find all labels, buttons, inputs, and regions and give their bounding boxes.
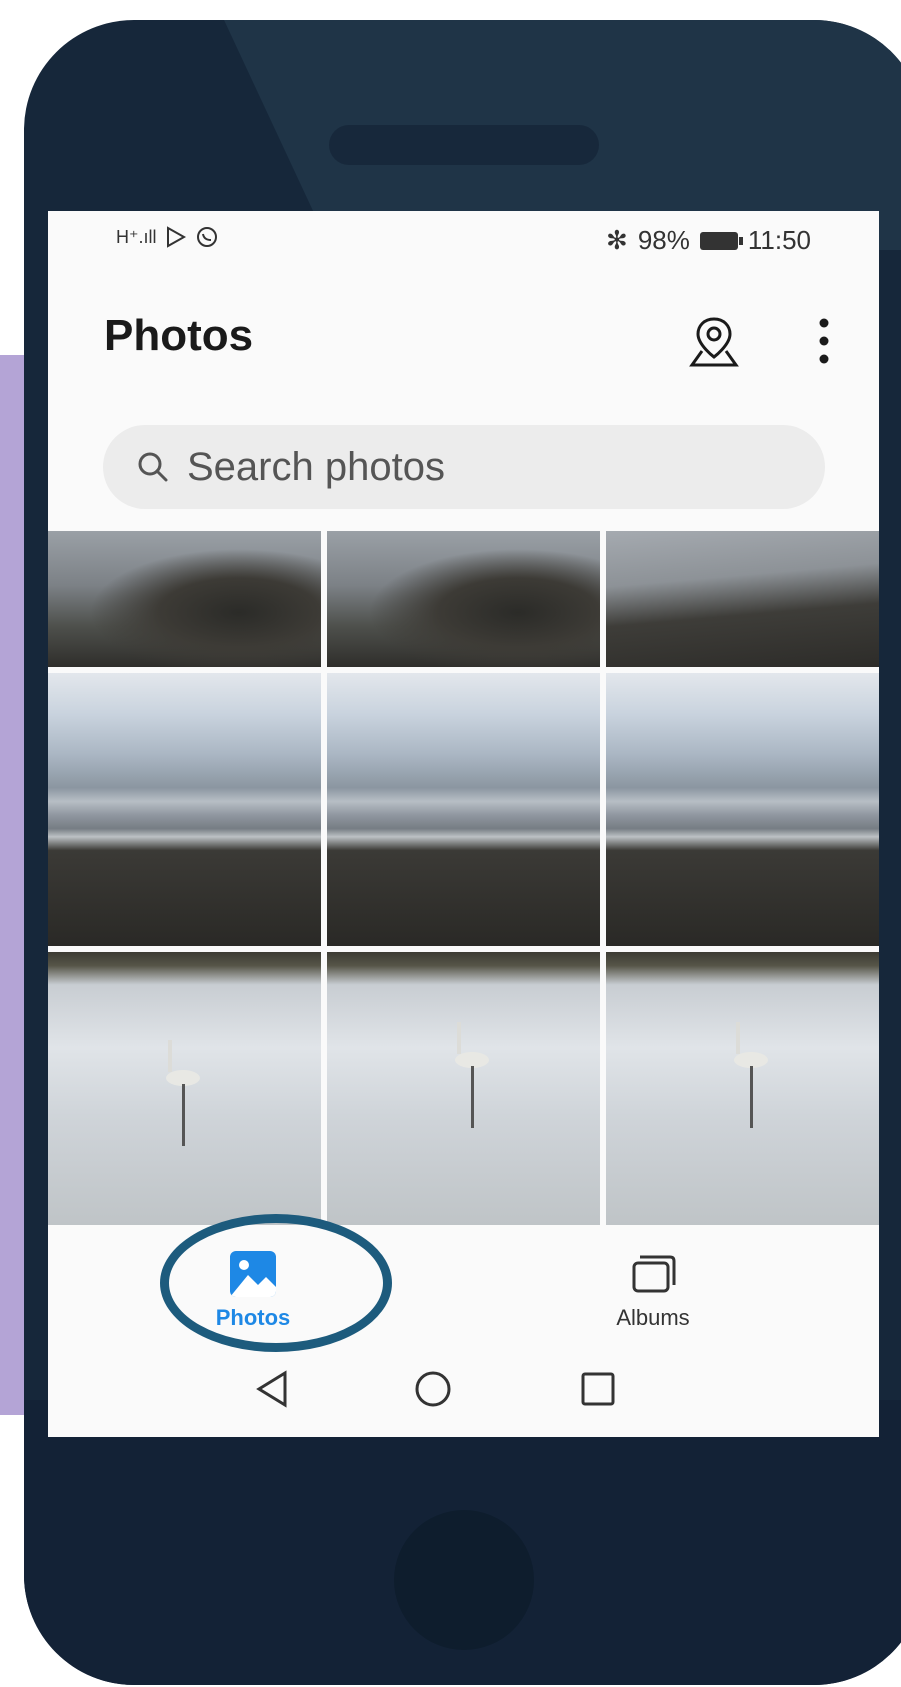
flamingo-figure xyxy=(455,1022,489,1128)
status-bar: H⁺.ıll ✻ 98% 11:50 xyxy=(48,211,879,269)
page-title: Photos xyxy=(104,311,254,360)
status-left: H⁺.ıll xyxy=(116,225,219,249)
search-icon xyxy=(138,452,168,482)
home-icon xyxy=(415,1371,451,1407)
photo-thumbnail[interactable] xyxy=(327,673,600,946)
photo-thumbnail[interactable] xyxy=(48,952,321,1225)
search-input[interactable]: Search photos xyxy=(187,445,445,490)
home-button[interactable] xyxy=(413,1369,453,1409)
battery-icon xyxy=(699,231,743,250)
more-vert-icon xyxy=(819,318,829,364)
photo-thumbnail[interactable] xyxy=(48,531,321,667)
photo-thumbnail[interactable] xyxy=(48,673,321,946)
flamingo-figure xyxy=(734,1022,768,1128)
phone-speaker xyxy=(329,125,599,165)
search-bar[interactable]: Search photos xyxy=(103,425,825,509)
back-icon xyxy=(256,1370,287,1408)
clock: 11:50 xyxy=(747,225,811,255)
whatsapp-icon xyxy=(196,227,217,247)
tab-albums-label: Albums xyxy=(616,1305,690,1330)
photo-thumbnail[interactable] xyxy=(606,673,879,946)
photo-thumbnail[interactable] xyxy=(327,952,600,1225)
system-navigation-bar xyxy=(48,1361,879,1421)
photo-thumbnail[interactable] xyxy=(327,531,600,667)
albums-icon xyxy=(630,1251,676,1297)
status-right: ✻ 98% 11:50 xyxy=(606,225,811,256)
photo-thumbnail[interactable] xyxy=(606,952,879,1225)
tab-albums[interactable]: Albums xyxy=(598,1251,708,1351)
back-button[interactable] xyxy=(253,1369,293,1409)
recents-button[interactable] xyxy=(578,1369,618,1409)
map-pin-button[interactable] xyxy=(684,311,744,371)
signal-icon: H⁺.ıll xyxy=(116,226,157,247)
flamingo-figure xyxy=(166,1040,200,1146)
map-pin-icon xyxy=(689,317,739,367)
bluetooth-icon: ✻ xyxy=(606,225,628,255)
more-options-button[interactable] xyxy=(804,311,844,371)
photo-thumbnail[interactable] xyxy=(606,531,879,667)
recents-icon xyxy=(581,1372,615,1406)
play-store-icon xyxy=(166,226,186,248)
battery-percent: 98% xyxy=(637,225,690,255)
highlight-ring xyxy=(160,1214,392,1352)
phone-home-button xyxy=(394,1510,534,1650)
photo-grid xyxy=(48,531,879,1251)
